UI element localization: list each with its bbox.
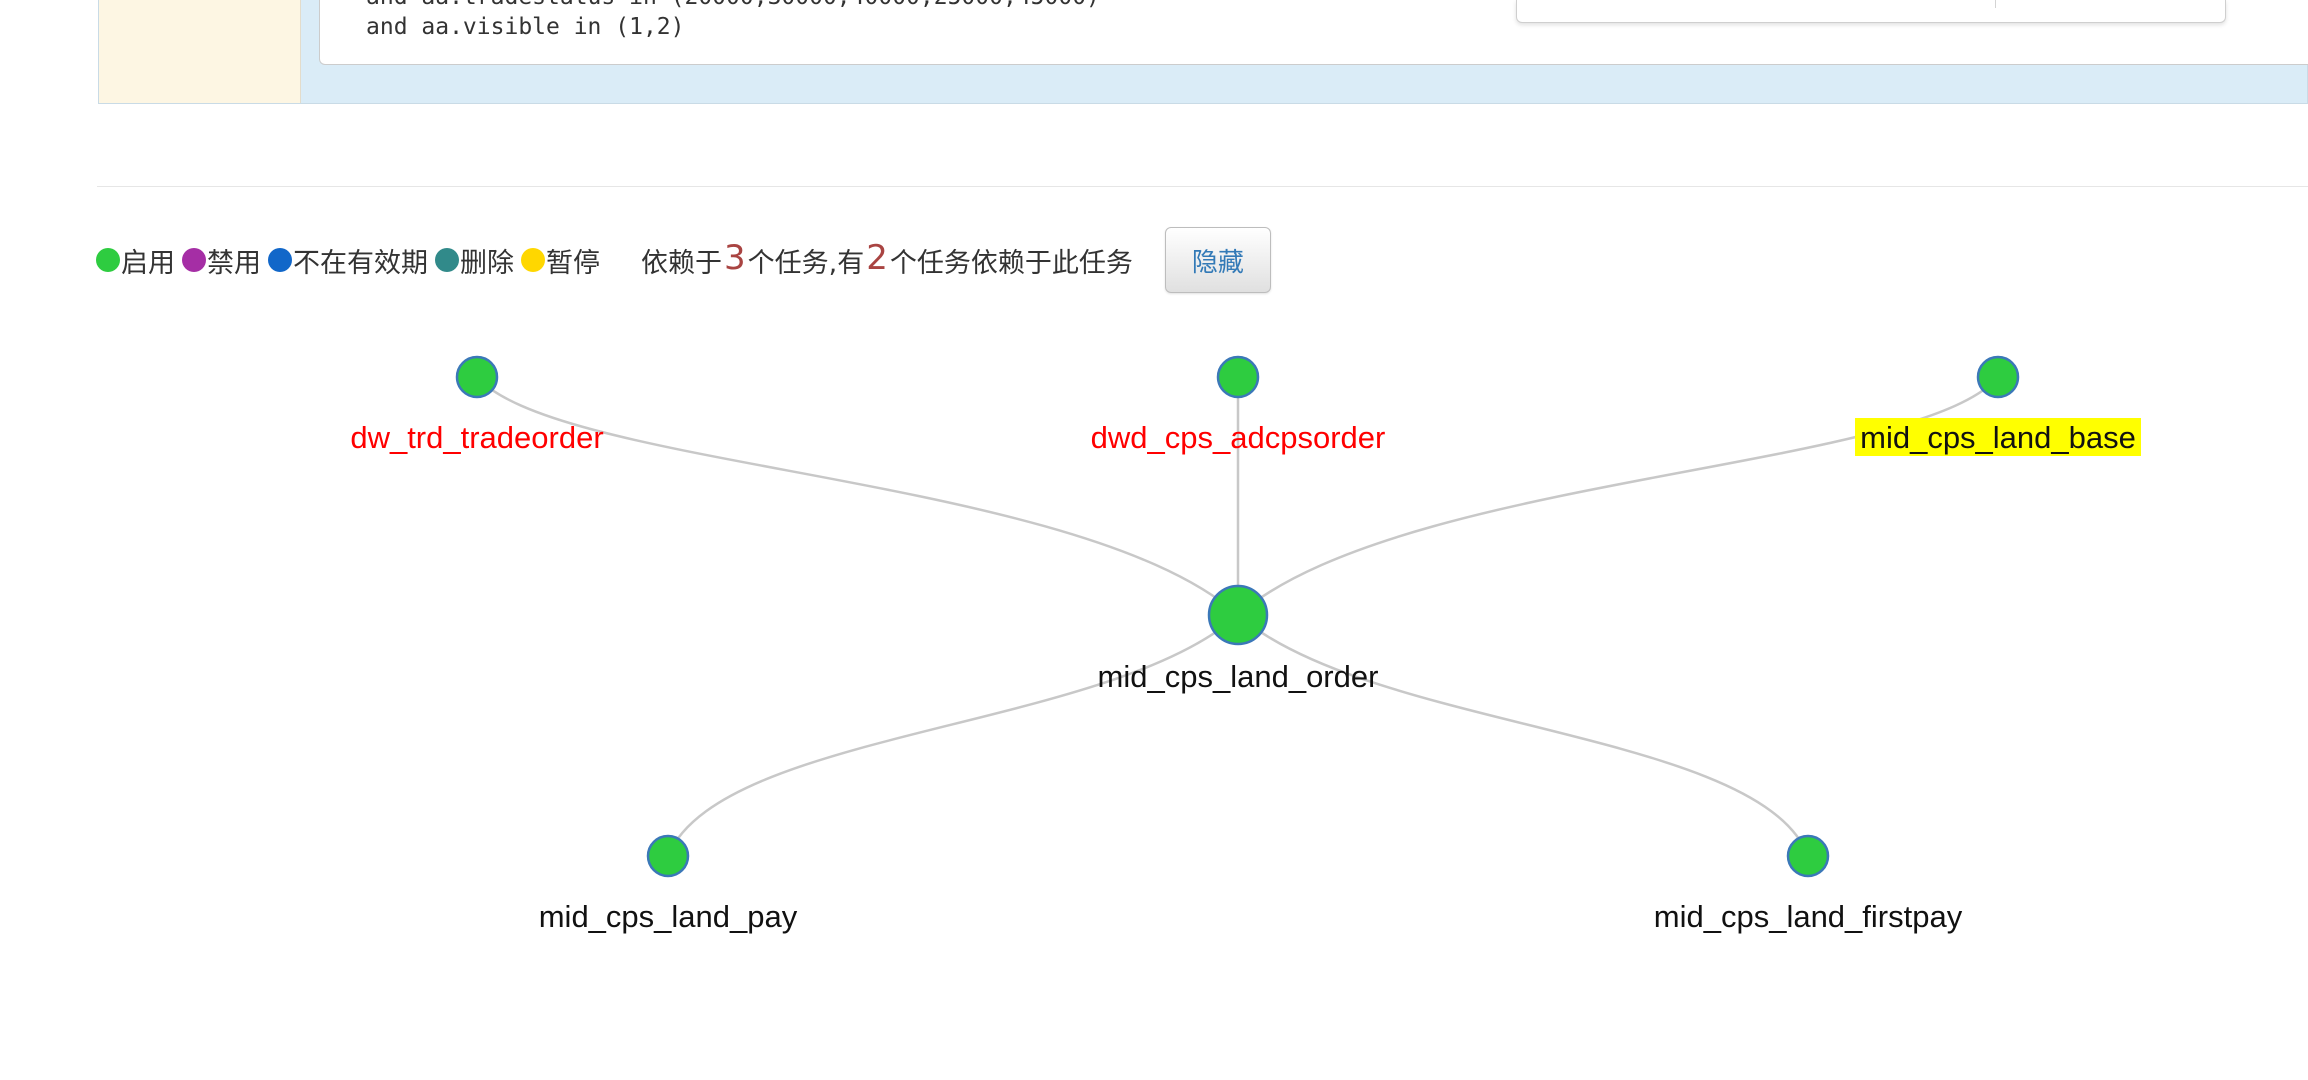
graph-node-upstream[interactable]: mid_cps_land_base (1855, 355, 2141, 456)
node-label[interactable]: mid_cps_land_firstpay (1654, 899, 1963, 934)
node-circle[interactable] (1976, 355, 2020, 399)
graph-node-downstream[interactable]: mid_cps_land_pay (539, 834, 798, 934)
node-label[interactable]: dw_trd_tradeorder (350, 420, 603, 455)
node-circle[interactable] (1216, 355, 1260, 399)
node-label[interactable]: mid_cps_land_base (1860, 420, 2136, 455)
edge-upstream-0 (476, 376, 1239, 616)
node-circle[interactable] (1786, 834, 1830, 878)
node-label[interactable]: mid_cps_land_order (1098, 659, 1379, 694)
node-label[interactable]: mid_cps_land_pay (539, 899, 798, 934)
edge-downstream-1 (1237, 614, 1810, 857)
graph-node-downstream[interactable]: mid_cps_land_firstpay (1654, 834, 1963, 934)
node-label[interactable]: dwd_cps_adcpsorder (1091, 420, 1386, 455)
edge-upstream-2 (1237, 376, 1999, 616)
node-circle[interactable] (455, 355, 499, 399)
node-circle[interactable] (1207, 584, 1269, 646)
graph-node-upstream[interactable]: dw_trd_tradeorder (350, 355, 604, 455)
graph-node-current[interactable]: mid_cps_land_order (1098, 584, 1379, 694)
dependency-graph: dw_trd_tradeorder dwd_cps_adcpsorder mid… (350, 355, 2141, 934)
edge-downstream-0 (666, 614, 1239, 857)
node-circle[interactable] (646, 834, 690, 878)
